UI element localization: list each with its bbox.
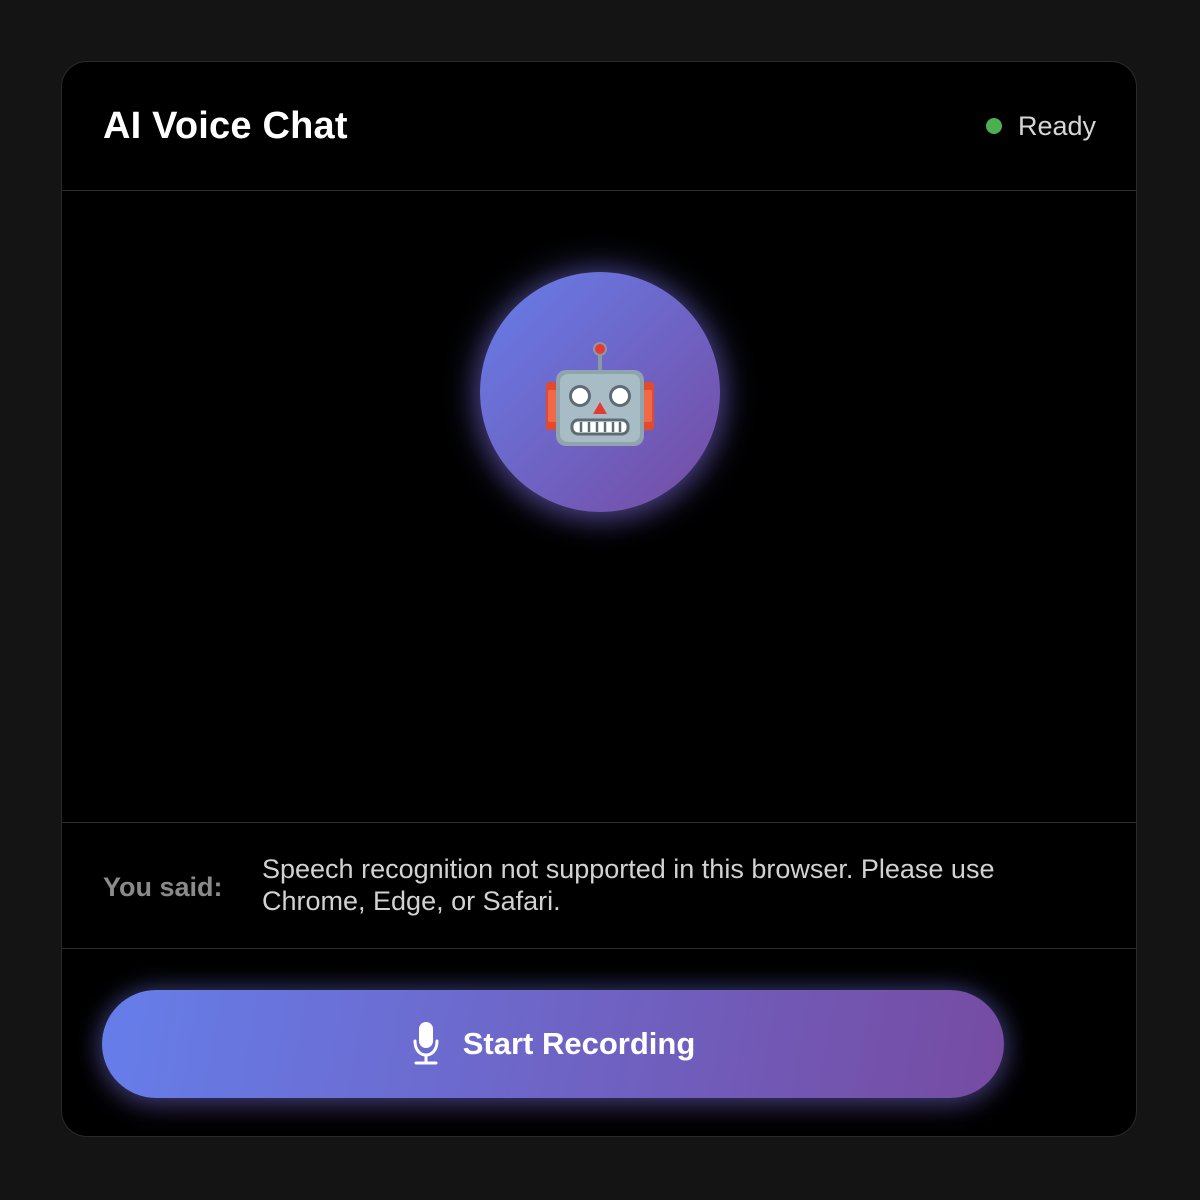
robot-icon	[546, 342, 654, 446]
microphone-icon	[413, 1022, 439, 1065]
voice-chat-card: AI Voice Chat Ready You said: Speech rec…	[61, 61, 1137, 1137]
start-recording-button[interactable]: Start Recording	[102, 990, 1004, 1098]
start-recording-label: Start Recording	[462, 1026, 696, 1061]
status-indicator: Ready	[985, 108, 1096, 144]
ai-avatar	[480, 272, 720, 512]
status-text: Ready	[1017, 111, 1096, 141]
avatar-stage	[62, 191, 1136, 823]
app-title: AI Voice Chat	[103, 105, 348, 147]
status-dot-icon	[985, 118, 1002, 134]
you-said-label: You said:	[103, 872, 223, 902]
controls: Start Recording	[62, 949, 1136, 1136]
header: AI Voice Chat Ready	[62, 62, 1136, 191]
transcript-panel: You said: Speech recognition not support…	[62, 823, 1136, 949]
transcript-text: Speech recognition not supported in this…	[262, 854, 995, 916]
